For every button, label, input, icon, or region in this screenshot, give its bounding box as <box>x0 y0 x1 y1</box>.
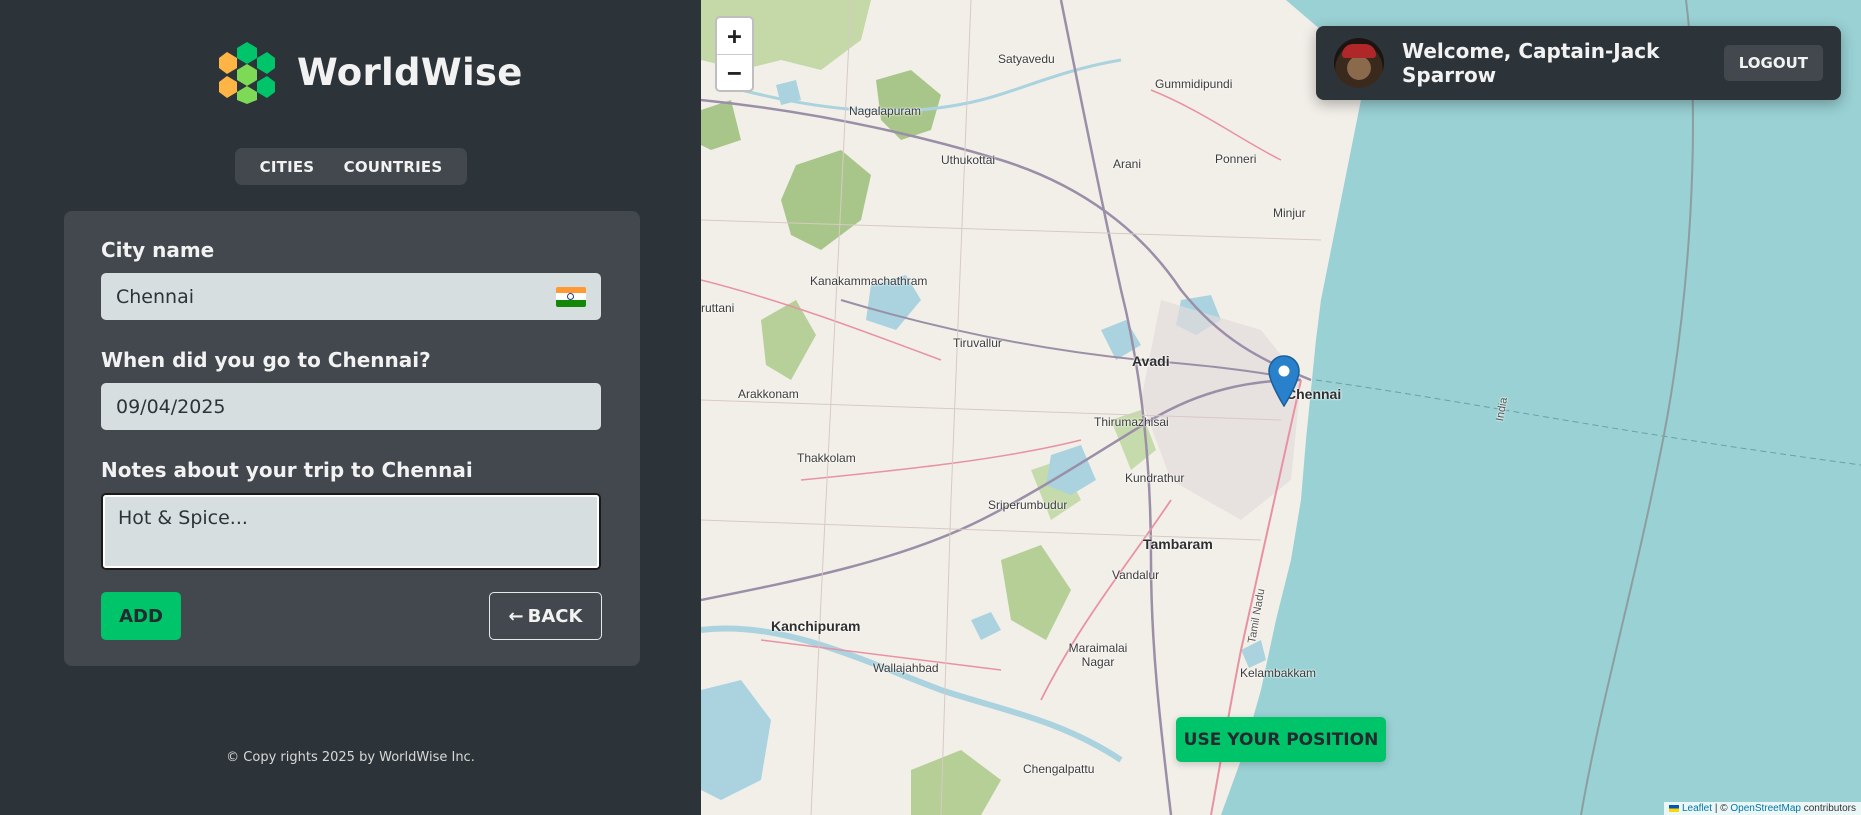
map-tiles[interactable] <box>701 0 1861 815</box>
app-logo[interactable]: WorldWise <box>213 38 523 106</box>
map-label-gummidipundi: Gummidipundi <box>1155 77 1233 91</box>
map-label-kanchipuram: Kanchipuram <box>771 618 861 634</box>
app-name: WorldWise <box>297 50 523 94</box>
map-label-uthukottai: Uthukottai <box>941 153 996 167</box>
logout-button[interactable]: LOGOUT <box>1723 45 1823 81</box>
map-label-ponneri: Ponneri <box>1215 152 1257 166</box>
logo-icon <box>214 39 280 105</box>
zoom-control: + − <box>715 16 754 92</box>
map-label-ruttani: ruttani <box>701 301 735 315</box>
tab-countries[interactable]: COUNTRIES <box>344 158 443 176</box>
notes-label: Notes about your trip to Chennai <box>101 458 473 482</box>
nav-tabs: CITIES COUNTRIES <box>235 148 467 185</box>
avatar <box>1334 38 1384 88</box>
tab-cities[interactable]: CITIES <box>260 158 315 176</box>
map-label-tiruvallur: Tiruvallur <box>953 336 1002 350</box>
map-label-tambaram: Tambaram <box>1143 536 1213 552</box>
use-your-position-label: USE YOUR POSITION <box>1183 729 1379 750</box>
map-label-wallajahbad: Wallajahbad <box>873 661 939 675</box>
map-label-maraimalai-nagar: Maraimalai Nagar <box>1068 641 1128 669</box>
map-label-thakkolam: Thakkolam <box>797 451 856 465</box>
map-label-avadi: Avadi <box>1132 353 1170 369</box>
date-value: 09/04/2025 <box>116 395 226 418</box>
date-label: When did you go to Chennai? <box>101 348 431 372</box>
add-button[interactable]: ADD <box>101 592 181 640</box>
city-name-input[interactable]: Chennai <box>101 273 601 320</box>
user-panel: Welcome, Captain-Jack Sparrow LOGOUT <box>1316 26 1841 100</box>
map-label-chengalpattu: Chengalpattu <box>1023 762 1095 776</box>
map-attribution: Leaflet | © OpenStreetMap contributors <box>1664 802 1861 815</box>
attribution-copyright: © <box>1720 803 1728 814</box>
openstreetmap-link[interactable]: OpenStreetMap <box>1730 803 1801 814</box>
arrow-left-icon: ← <box>508 605 524 627</box>
add-city-form: City name Chennai When did you go to Che… <box>64 211 640 666</box>
map-label-arani: Arani <box>1113 157 1142 171</box>
map-label-vandalur: Vandalur <box>1112 568 1160 582</box>
city-name-value: Chennai <box>116 285 195 308</box>
use-your-position-button[interactable]: USE YOUR POSITION <box>1176 717 1386 762</box>
map-label-arakkonam: Arakkonam <box>738 387 799 401</box>
city-name-label: City name <box>101 238 215 262</box>
add-button-label: ADD <box>119 605 163 627</box>
map-marker-icon[interactable] <box>1268 355 1300 407</box>
zoom-out-button[interactable]: − <box>717 54 752 90</box>
map-label-satyavedu: Satyavedu <box>998 52 1055 66</box>
map[interactable]: Satyavedu Gummidipundi Nagalapuram Uthuk… <box>701 0 1861 815</box>
attribution-separator: | <box>1714 803 1718 814</box>
notes-value: Hot & Spice... <box>118 507 248 529</box>
map-label-thirumazhisai: Thirumazhisai <box>1094 415 1169 429</box>
india-flag-icon <box>556 286 586 307</box>
leaflet-link[interactable]: Leaflet <box>1682 803 1712 814</box>
attribution-suffix: contributors <box>1803 803 1856 814</box>
map-label-kanakammachathram: Kanakammachathram <box>810 274 928 288</box>
back-button[interactable]: ← BACK <box>489 592 602 640</box>
zoom-in-button[interactable]: + <box>717 18 752 54</box>
map-label-sriperumbudur: Sriperumbudur <box>988 498 1068 512</box>
map-label-minjur: Minjur <box>1273 206 1306 220</box>
map-label-nagalapuram: Nagalapuram <box>849 104 922 118</box>
copyright-text: © Copy rights 2025 by WorldWise Inc. <box>226 750 475 765</box>
map-label-kundrathur: Kundrathur <box>1125 471 1185 485</box>
map-label-kelambakkam: Kelambakkam <box>1240 666 1317 680</box>
sidebar: WorldWise CITIES COUNTRIES City name Che… <box>0 0 701 815</box>
notes-textarea[interactable]: Hot & Spice... <box>101 493 601 570</box>
ukraine-flag-icon <box>1669 804 1680 812</box>
back-button-label: BACK <box>527 605 583 627</box>
date-input[interactable]: 09/04/2025 <box>101 383 601 430</box>
welcome-text: Welcome, Captain-Jack Sparrow <box>1402 39 1660 87</box>
